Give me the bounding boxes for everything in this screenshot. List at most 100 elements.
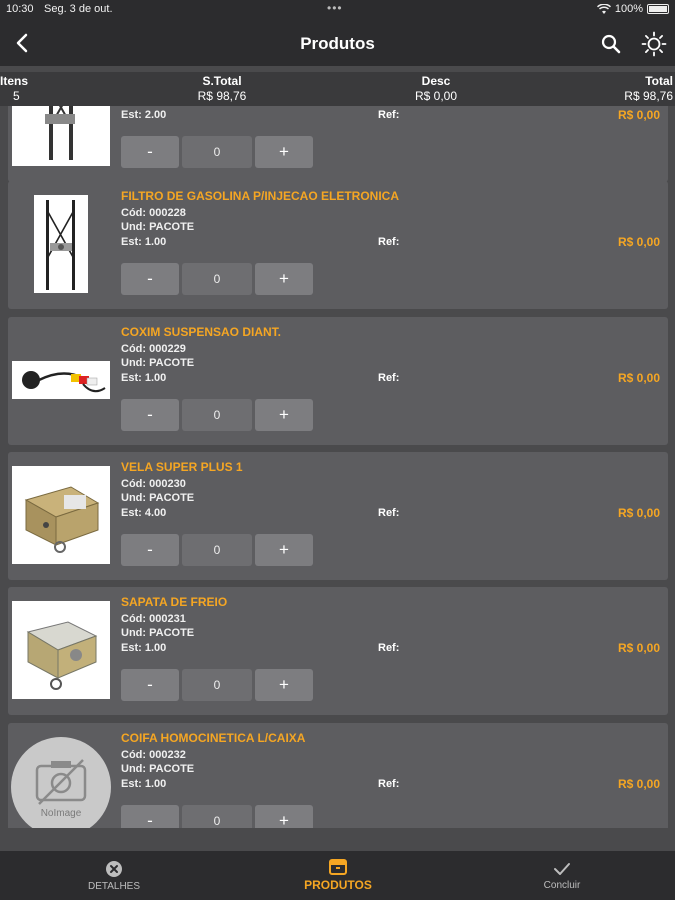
increase-quantity-button[interactable]: + xyxy=(255,669,313,701)
summary-itens-label: Itens xyxy=(0,74,29,88)
no-image-icon xyxy=(35,758,87,805)
increase-quantity-button[interactable]: + xyxy=(255,263,313,295)
product-image xyxy=(12,106,110,166)
multitask-dots[interactable]: ••• xyxy=(327,1,343,15)
product-unit: Und: PACOTE xyxy=(121,492,195,504)
battery-icon xyxy=(647,4,669,14)
product-price: R$ 0,00 xyxy=(617,235,660,249)
summary-desc-label: Desc xyxy=(421,74,451,88)
product-ref: Ref: xyxy=(378,778,400,790)
wifi-icon xyxy=(596,3,611,14)
app-bar: Produtos xyxy=(0,22,675,66)
quantity-field[interactable]: 0 xyxy=(182,805,252,828)
summary-stotal-value: R$ 98,76 xyxy=(197,89,247,103)
product-code: Cód: 000230 xyxy=(121,478,186,490)
increase-quantity-button[interactable]: + xyxy=(255,399,313,431)
tab-concluir-label: Concluir xyxy=(543,879,581,891)
product-image xyxy=(12,466,110,564)
decrease-quantity-button[interactable]: - xyxy=(121,669,179,701)
check-icon xyxy=(554,862,570,875)
increase-quantity-button[interactable]: + xyxy=(255,805,313,828)
product-stock: Est: 1.00 xyxy=(121,642,167,654)
close-circle-icon xyxy=(106,860,122,877)
sun-icon[interactable] xyxy=(640,30,668,58)
product-card[interactable]: COXIM SUSPENSAO DIANT. Cód: 000229 Und: … xyxy=(8,317,668,445)
product-name: COXIM SUSPENSAO DIANT. xyxy=(121,325,282,339)
summary-stotal: S.Total R$ 98,76 xyxy=(190,74,254,103)
product-name: SAPATA DE FREIO xyxy=(121,595,228,609)
product-card[interactable]: NoImage COIFA HOMOCINETICA L/CAIXA Cód: … xyxy=(8,723,668,828)
tab-produtos[interactable]: PRODUTOS xyxy=(284,851,392,900)
product-card[interactable]: VELA SUPER PLUS 1 Cód: 000230 Und: PACOT… xyxy=(8,452,668,580)
product-ref: Ref: xyxy=(378,236,400,248)
product-stock: Est: 1.00 xyxy=(121,372,167,384)
product-code: Cód: 000231 xyxy=(121,613,186,625)
product-ref: Ref: xyxy=(378,109,400,121)
quantity-field[interactable]: 0 xyxy=(182,399,252,431)
no-image-placeholder: NoImage xyxy=(11,737,111,828)
quantity-field[interactable]: 0 xyxy=(182,669,252,701)
product-name: VELA SUPER PLUS 1 xyxy=(121,460,243,474)
summary-total-value: R$ 98,76 xyxy=(624,89,673,103)
summary-desc: Desc R$ 0,00 xyxy=(406,74,466,103)
increase-quantity-button[interactable]: + xyxy=(255,534,313,566)
product-price: R$ 0,00 xyxy=(617,371,660,385)
product-card[interactable]: Est: 2.00 Ref: R$ 0,00 - 0 + xyxy=(8,106,668,182)
battery-percent: 100% xyxy=(614,3,643,15)
product-code: Cód: 000232 xyxy=(121,749,186,761)
product-price: R$ 0,00 xyxy=(617,108,660,122)
product-ref: Ref: xyxy=(378,642,400,654)
product-ref: Ref: xyxy=(378,372,400,384)
tab-produtos-label: PRODUTOS xyxy=(304,878,372,892)
quantity-field[interactable]: 0 xyxy=(182,534,252,566)
product-unit: Und: PACOTE xyxy=(121,221,195,233)
product-unit: Und: PACOTE xyxy=(121,627,195,639)
tab-detalhes[interactable]: DETALHES xyxy=(60,851,168,900)
summary-itens: Itens 5 xyxy=(0,74,28,103)
summary-itens-value: 5 xyxy=(13,89,20,103)
decrease-quantity-button[interactable]: - xyxy=(121,399,179,431)
decrease-quantity-button[interactable]: - xyxy=(121,263,179,295)
summary-total: Total R$ 98,76 xyxy=(624,74,673,103)
product-price: R$ 0,00 xyxy=(617,777,660,791)
product-card[interactable]: SAPATA DE FREIO Cód: 000231 Und: PACOTE … xyxy=(8,587,668,715)
product-stock: Est: 1.00 xyxy=(121,236,167,248)
product-list[interactable]: Est: 2.00 Ref: R$ 0,00 - 0 + FILTRO DE G… xyxy=(0,106,675,828)
quantity-field[interactable]: 0 xyxy=(182,263,252,295)
box-icon xyxy=(329,859,347,875)
product-image xyxy=(12,361,110,399)
decrease-quantity-button[interactable]: - xyxy=(121,805,179,828)
product-code: Cód: 000229 xyxy=(121,343,186,355)
search-icon[interactable] xyxy=(598,31,624,57)
product-price: R$ 0,00 xyxy=(617,641,660,655)
product-name: COIFA HOMOCINETICA L/CAIXA xyxy=(121,731,306,745)
status-date: Seg. 3 de out. xyxy=(44,3,113,15)
status-bar: 10:30 Seg. 3 de out. ••• 100% xyxy=(0,0,675,22)
product-name: FILTRO DE GASOLINA P/INJECAO ELETRONICA xyxy=(121,189,400,203)
product-price: R$ 0,00 xyxy=(617,506,660,520)
summary-desc-value: R$ 0,00 xyxy=(414,89,458,103)
quantity-field[interactable]: 0 xyxy=(182,136,252,168)
tab-detalhes-label: DETALHES xyxy=(87,880,141,892)
product-ref: Ref: xyxy=(378,507,400,519)
product-unit: Und: PACOTE xyxy=(121,763,195,775)
product-image xyxy=(12,601,110,699)
product-image xyxy=(34,195,88,293)
product-stock: Est: 4.00 xyxy=(121,507,167,519)
status-time: 10:30 xyxy=(6,3,34,15)
status-right: 100% xyxy=(596,3,669,15)
page-title: Produtos xyxy=(300,34,375,53)
no-image-label: NoImage xyxy=(40,807,82,819)
decrease-quantity-button[interactable]: - xyxy=(121,136,179,168)
product-stock: Est: 2.00 xyxy=(121,109,167,121)
summary-total-label: Total xyxy=(645,74,673,88)
increase-quantity-button[interactable]: + xyxy=(255,136,313,168)
product-unit: Und: PACOTE xyxy=(121,357,195,369)
decrease-quantity-button[interactable]: - xyxy=(121,534,179,566)
summary-stotal-label: S.Total xyxy=(202,74,242,88)
tab-concluir[interactable]: Concluir xyxy=(508,851,616,900)
product-code: Cód: 000228 xyxy=(121,207,186,219)
bottom-tab-bar: DETALHES PRODUTOS Concluir xyxy=(0,851,675,900)
product-card[interactable]: FILTRO DE GASOLINA P/INJECAO ELETRONICA … xyxy=(8,181,668,309)
order-summary: Itens 5 S.Total R$ 98,76 Desc R$ 0,00 To… xyxy=(0,72,675,106)
